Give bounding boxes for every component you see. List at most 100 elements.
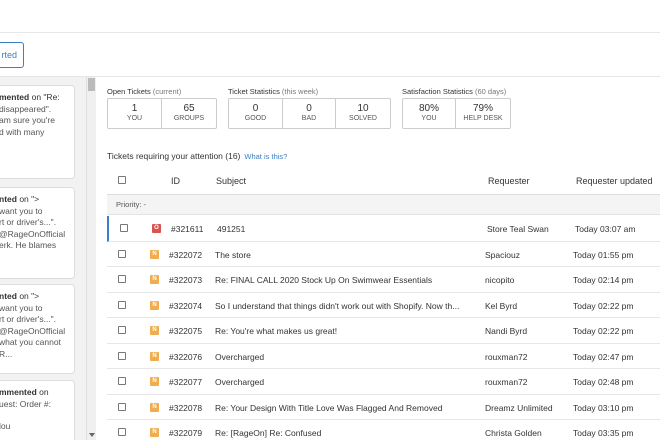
ticket-subject[interactable]: So I understand that things didn't work … (215, 301, 477, 311)
table-row[interactable]: N #322077 Overcharged rouxman72 Today 02:48 … (107, 369, 660, 395)
activity-card[interactable]: mmented on uest: Order #: lou (0, 380, 75, 440)
dashboard-main: Open Tickets (current) 1 YOU 65 GROUPS T… (96, 77, 660, 440)
stat-box-you[interactable]: 1 YOU (108, 99, 162, 128)
stat-label: GROUPS (173, 115, 205, 122)
ticket-subject[interactable]: 491251 (217, 224, 479, 234)
activity-card-line: want you to (0, 205, 43, 216)
ticket-subject[interactable]: Overcharged (215, 377, 477, 387)
ticket-subject[interactable]: Re: You're what makes us great! (215, 326, 477, 336)
ticket-status-badge: O (152, 224, 161, 233)
row-checkbox[interactable] (118, 428, 126, 436)
column-header-requester-updated[interactable]: Requester updated (576, 176, 653, 186)
ticket-status-badge: N (150, 275, 159, 284)
activity-card-line: d with many (0, 126, 45, 137)
activity-card-line: am sure you're (0, 115, 55, 125)
ticket-requester: Christa Golden (485, 428, 542, 438)
satisfaction-statistics: Satisfaction Statistics (60 days) 80% YO… (402, 87, 511, 129)
stat-subtitle: (60 days) (474, 87, 507, 96)
open-tickets-stats: Open Tickets (current) 1 YOU 65 GROUPS (107, 87, 217, 129)
stat-box-help-desk[interactable]: 79% HELP DESK (456, 99, 510, 128)
stat-label: GOOD (244, 115, 267, 122)
stat-label: HELP DESK (463, 115, 503, 122)
activity-card-title: nted (0, 194, 17, 204)
activity-card-head: on "> (16, 291, 40, 301)
activity-card-head: on "Re: (29, 92, 60, 102)
activity-card[interactable]: mented on "Re: disappeared". am sure you… (0, 85, 75, 179)
stat-box-good[interactable]: 0 GOOD (229, 99, 283, 128)
activity-card-line: rt or driver's...". (0, 217, 57, 227)
row-checkbox[interactable] (118, 275, 126, 283)
row-checkbox[interactable] (118, 326, 126, 334)
ticket-id: #322072 (169, 249, 203, 260)
ticket-status-badge: N (150, 377, 159, 386)
stat-box-solved[interactable]: 10 SOLVED (336, 99, 390, 128)
ticket-statistics: Ticket Statistics (this week) 0 GOOD 0 B… (228, 87, 391, 129)
ticket-requester: Spaciouz (485, 249, 520, 260)
stat-number: 0 (306, 103, 312, 114)
column-header-subject[interactable]: Subject (216, 176, 246, 186)
column-header-id[interactable]: ID (171, 176, 180, 186)
row-checkbox[interactable] (120, 224, 128, 232)
activity-card-title: mented (0, 92, 30, 102)
table-row[interactable]: O #321611 491251 Store Teal Swan Today 03:07… (107, 216, 660, 242)
table-row[interactable]: N #322073 Re: FINAL CALL 2020 Stock Up On … (107, 267, 660, 293)
activity-feed: mented on "Re: disappeared". am sure you… (0, 77, 86, 440)
attention-heading: Tickets requiring your attention (16) Wha… (107, 151, 287, 161)
row-checkbox[interactable] (118, 249, 126, 258)
activity-feed-scrollbar[interactable] (86, 77, 96, 440)
row-checkbox[interactable] (118, 402, 126, 411)
stat-box-bad[interactable]: 0 BAD (283, 99, 336, 128)
activity-card-line (0, 410, 68, 421)
ticket-subject[interactable]: Re: [RageOn] Re: Confused (215, 428, 477, 438)
stat-subtitle: (current) (152, 87, 182, 96)
stat-number: 1 (131, 103, 138, 114)
ticket-requester: rouxman72 (485, 377, 528, 387)
ticket-status-badge: N (150, 326, 159, 335)
activity-card[interactable]: nted on "> want you to rt or driver's...… (0, 284, 75, 374)
stat-number: 65 (183, 103, 195, 114)
activity-card-line: what you cannot (0, 337, 61, 347)
ticket-id: #322078 (169, 402, 203, 413)
activity-card-head: on "> (16, 194, 40, 204)
stat-box-you[interactable]: 80% YOU (403, 99, 456, 128)
ticket-requester: nicopito (485, 275, 515, 285)
scroll-down-arrow-icon[interactable] (89, 433, 95, 437)
ticket-requester-updated: Today 03:10 pm (573, 402, 634, 413)
ticket-subject[interactable]: Re: FINAL CALL 2020 Stock Up On Swimwear… (215, 275, 477, 285)
stat-title: Ticket Statistics (228, 87, 280, 96)
toolbar: rted (0, 33, 660, 77)
ticket-status-badge: N (150, 249, 159, 259)
select-all-checkbox[interactable] (118, 176, 126, 184)
stat-label: SOLVED (349, 115, 377, 122)
activity-card-line: want you to (0, 302, 43, 313)
ticket-id: #321611 (171, 224, 204, 234)
activity-card-line: lou (0, 421, 11, 431)
ticket-id: #322079 (169, 428, 203, 438)
table-row[interactable]: N #322078 Re: Your Design With Title Love … (107, 395, 660, 420)
row-checkbox[interactable] (118, 377, 126, 385)
table-row[interactable]: N #322072 The store Spaciouz Today 01:55 pm (107, 242, 660, 267)
activity-card-title: mmented (0, 387, 37, 397)
scrollbar-thumb[interactable] (88, 78, 95, 91)
started-button[interactable]: rted (0, 42, 24, 68)
ticket-subject[interactable]: The store (215, 250, 477, 260)
what-is-this-link[interactable]: What is this? (244, 152, 287, 161)
activity-card-line: @RageOnOfficial (0, 228, 66, 239)
ticket-id: #322076 (169, 351, 203, 362)
row-checkbox[interactable] (118, 351, 126, 360)
table-row[interactable]: N #322074 So I understand that things didn… (107, 293, 660, 318)
column-header-requester[interactable]: Requester (488, 176, 530, 186)
ticket-requester-updated: Today 02:14 pm (573, 275, 634, 285)
ticket-requester: rouxman72 (485, 351, 528, 362)
ticket-subject[interactable]: Re: Your Design With Title Love Was Flag… (215, 403, 477, 413)
ticket-subject[interactable]: Overcharged (215, 352, 477, 362)
stat-number: 80% (418, 103, 439, 114)
ticket-id: #322073 (169, 275, 203, 285)
table-row[interactable]: N #322079 Re: [RageOn] Re: Confused Christa… (107, 420, 660, 440)
stat-box-groups[interactable]: 65 GROUPS (162, 99, 216, 128)
ticket-requester-updated: Today 01:55 pm (573, 249, 634, 260)
row-checkbox[interactable] (118, 300, 126, 309)
table-row[interactable]: N #322075 Re: You're what makes us great! N… (107, 318, 660, 344)
activity-card[interactable]: nted on "> want you to rt or driver's...… (0, 187, 75, 279)
table-row[interactable]: N #322076 Overcharged rouxman72 Today 02:47 … (107, 344, 660, 369)
